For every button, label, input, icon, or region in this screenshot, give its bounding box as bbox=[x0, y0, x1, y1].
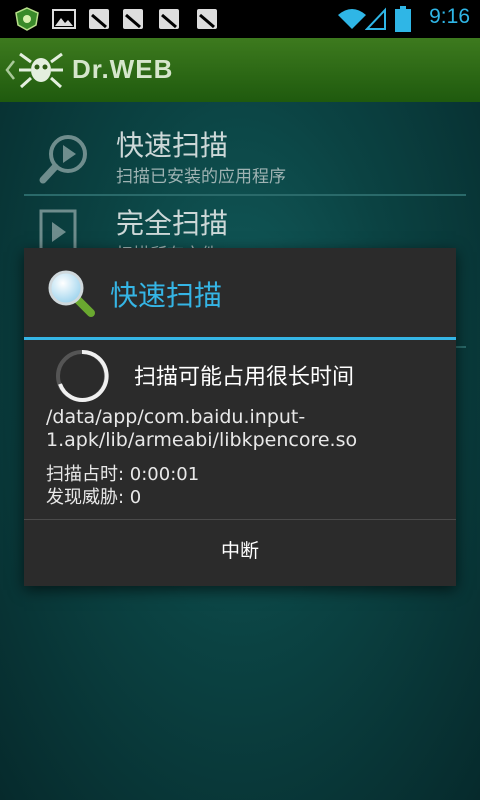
menu-item-title: 快速扫描 bbox=[116, 129, 229, 162]
battery-icon bbox=[395, 6, 411, 32]
sd-card-icon bbox=[123, 9, 143, 29]
menu-item-subtitle: 扫描已安装的应用程序 bbox=[116, 167, 286, 187]
magnifier-icon bbox=[48, 270, 95, 317]
dr-web-spider-logo[interactable] bbox=[18, 48, 64, 92]
menu-item-quick-scan[interactable]: 快速扫描 扫描已安装的应用程序 bbox=[24, 118, 466, 194]
dr-web-app-icon bbox=[15, 7, 39, 31]
signal-icon bbox=[365, 7, 386, 30]
chevron-left-icon[interactable] bbox=[4, 59, 16, 81]
sd-card-icon bbox=[197, 9, 217, 29]
wifi-icon bbox=[338, 9, 366, 29]
dialog-message: 扫描可能占用很长时间 bbox=[134, 365, 355, 390]
interrupt-button[interactable]: 中断 bbox=[24, 520, 456, 586]
scan-progress-dialog: 快速扫描 扫描可能占用很长时间 /data/app/com.baidu.inpu… bbox=[24, 248, 456, 586]
dialog-title: 快速扫描 bbox=[110, 279, 223, 312]
scanned-file-path: /data/app/com.baidu.input-1.apk/lib/arme… bbox=[46, 406, 358, 451]
threats-found: 发现威胁: 0 bbox=[46, 487, 142, 508]
app-title: Dr.WEB bbox=[72, 54, 174, 84]
menu-item-full-scan[interactable]: 完全扫描 扫描所有文件 bbox=[24, 196, 466, 265]
action-bar: Dr.WEB bbox=[0, 38, 480, 102]
sd-card-icon bbox=[159, 9, 179, 29]
progress-spinner bbox=[56, 349, 109, 402]
search-play-icon bbox=[39, 135, 87, 184]
image-notification-icon bbox=[52, 9, 76, 29]
status-bar: 9:16 bbox=[0, 0, 480, 38]
sd-card-icon bbox=[89, 9, 109, 29]
clock: 9:16 bbox=[429, 5, 470, 28]
menu-item-title: 完全扫描 bbox=[116, 207, 229, 240]
dialog-title-divider bbox=[24, 337, 456, 340]
